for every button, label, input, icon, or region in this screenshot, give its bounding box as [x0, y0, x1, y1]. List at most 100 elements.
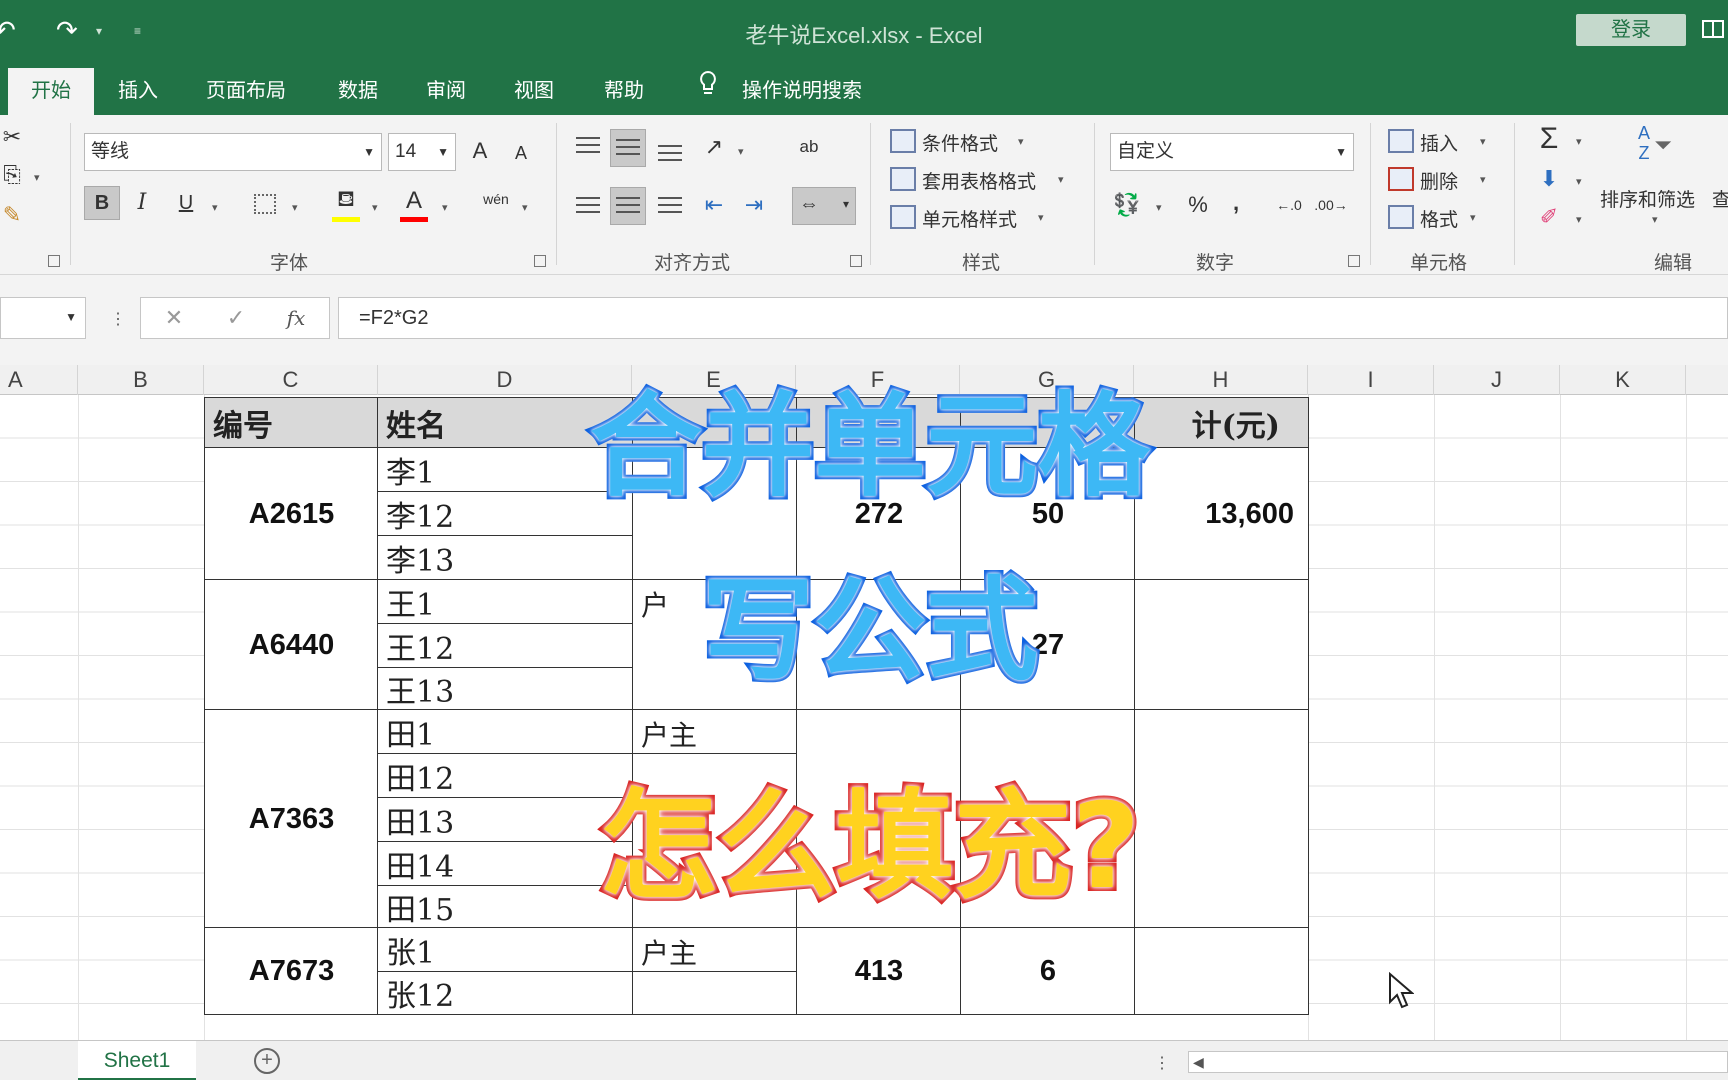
header-cell-id[interactable]: 编号 [204, 397, 379, 449]
increase-indent-icon[interactable]: ⇥ [740, 189, 768, 221]
formula-bar-splitter[interactable]: ⋮ [110, 309, 126, 329]
merged-id-cell[interactable]: A6440 [204, 579, 379, 711]
bold-button[interactable]: B [84, 186, 120, 220]
borders-icon[interactable] [254, 194, 276, 214]
align-center-button[interactable] [610, 187, 646, 225]
column-header-b[interactable]: B [78, 365, 204, 395]
font-color-dropdown-icon[interactable]: ▾ [442, 201, 448, 214]
font-size-dropdown[interactable]: 14 ▼ [388, 133, 456, 171]
phonetic-guide-button[interactable]: wén [478, 183, 514, 215]
alignment-launcher-icon[interactable] [850, 255, 862, 267]
column-header-k[interactable]: K [1560, 365, 1686, 395]
number-format-dropdown[interactable]: 自定义 ▼ [1110, 133, 1354, 171]
tab-splitter[interactable]: ⋮ [1154, 1053, 1170, 1073]
column-header-j[interactable]: J [1434, 365, 1560, 395]
align-right-icon[interactable] [658, 197, 682, 215]
tab-help[interactable]: 帮助 [604, 74, 644, 103]
fill-color-icon[interactable]: ⛾ [332, 183, 360, 215]
insert-cells-button[interactable]: 插入 [1420, 129, 1458, 156]
increase-decimal-icon[interactable]: ←.0 [1272, 189, 1306, 221]
fill-dropdown-icon[interactable]: ▾ [1576, 175, 1582, 188]
scroll-left-icon[interactable]: ◀ [1193, 1054, 1204, 1071]
column-header-a[interactable]: A [0, 365, 78, 395]
name-cell[interactable]: 张1 [377, 927, 634, 973]
font-launcher-icon[interactable] [534, 255, 546, 267]
autosum-button[interactable]: Σ [1534, 123, 1564, 155]
autosum-dropdown-icon[interactable]: ▾ [1576, 135, 1582, 148]
tab-data[interactable]: 数据 [338, 74, 378, 103]
font-name-dropdown[interactable]: 等线 ▼ [84, 133, 382, 171]
name-cell[interactable]: 田1 [377, 709, 634, 755]
align-top-icon[interactable] [576, 137, 600, 155]
add-sheet-button[interactable]: + [254, 1048, 280, 1074]
number-launcher-icon[interactable] [1348, 255, 1360, 267]
align-left-icon[interactable] [576, 197, 600, 215]
clear-dropdown-icon[interactable]: ▾ [1576, 213, 1582, 226]
decrease-indent-icon[interactable]: ⇤ [700, 189, 728, 221]
tell-me-search[interactable]: 操作说明搜索 [742, 74, 862, 103]
accounting-dropdown-icon[interactable]: ▾ [1156, 201, 1162, 214]
underline-button[interactable]: U [174, 187, 198, 219]
cell-styles-button[interactable]: 单元格样式 [922, 205, 1017, 232]
italic-button[interactable]: I [130, 187, 154, 219]
orientation-dropdown-icon[interactable]: ▾ [738, 145, 744, 158]
format-as-table-button[interactable]: 套用表格格式 [922, 167, 1036, 194]
insert-function-button[interactable]: fx [281, 302, 311, 334]
copy-dropdown-icon[interactable]: ▾ [34, 171, 40, 184]
merged-amount-cell[interactable] [1134, 927, 1309, 1015]
font-color-button[interactable]: A [400, 185, 428, 217]
filter-funnel-icon: ⏷ [1654, 132, 1672, 157]
fill-color-dropdown-icon[interactable]: ▾ [372, 201, 378, 214]
cancel-button[interactable]: ✕ [161, 302, 187, 334]
borders-dropdown-icon[interactable]: ▾ [292, 201, 298, 214]
decrease-decimal-icon[interactable]: .00→ [1314, 189, 1348, 221]
clipboard-launcher-icon[interactable] [48, 255, 60, 267]
tab-insert[interactable]: 插入 [118, 74, 158, 103]
cut-icon[interactable]: ✂ [0, 121, 24, 153]
role-cell[interactable] [632, 971, 798, 1015]
comma-style-button[interactable]: , [1226, 187, 1246, 219]
merged-f-cell[interactable]: 413 [796, 927, 962, 1015]
delete-cells-button[interactable]: 删除 [1420, 167, 1458, 194]
merged-id-cell[interactable]: A7673 [204, 927, 379, 1015]
align-bottom-icon[interactable] [658, 145, 682, 163]
formula-input[interactable]: =F2*G2 [338, 297, 1728, 339]
enter-button[interactable]: ✓ [223, 302, 249, 334]
column-header-c[interactable]: C [204, 365, 378, 395]
fill-down-icon[interactable]: ⬇ [1536, 163, 1562, 195]
merge-center-button[interactable]: ⇔ ▾ [792, 187, 856, 225]
copy-icon[interactable]: ⎘ [0, 159, 24, 191]
ribbon-display-options-icon[interactable] [1702, 20, 1724, 38]
sort-filter-button[interactable]: 排序和筛选 [1600, 185, 1695, 212]
tab-home[interactable]: 开始 [8, 68, 94, 115]
shrink-font-button[interactable]: A [510, 137, 532, 169]
tab-review[interactable]: 审阅 [426, 74, 466, 103]
align-middle-button[interactable] [610, 129, 646, 167]
name-cell[interactable]: 张12 [377, 971, 634, 1015]
percent-style-button[interactable]: % [1184, 189, 1212, 221]
accounting-format-icon[interactable]: 💱 [1112, 189, 1142, 221]
merged-id-cell[interactable]: A7363 [204, 709, 379, 929]
sheet-tab-sheet1[interactable]: Sheet1 [78, 1041, 196, 1080]
wrap-text-button[interactable]: ab [796, 131, 822, 163]
tab-view[interactable]: 视图 [514, 74, 554, 103]
clear-icon[interactable]: ✐ [1536, 201, 1562, 233]
underline-dropdown-icon[interactable]: ▾ [212, 201, 218, 214]
grow-font-button[interactable]: A [468, 135, 492, 167]
format-painter-icon[interactable]: ✎ [0, 199, 24, 231]
merged-id-cell[interactable]: A2615 [204, 447, 379, 581]
horizontal-scrollbar[interactable]: ◀ [1188, 1051, 1728, 1073]
name-box[interactable]: ▼ [0, 297, 86, 339]
format-cells-button[interactable]: 格式 [1420, 205, 1458, 232]
ribbon-tab-bar: 开始 插入 页面布局 数据 审阅 视图 帮助 操作说明搜索 [0, 62, 1728, 115]
merged-g-cell[interactable]: 6 [960, 927, 1136, 1015]
role-cell[interactable]: 户主 [632, 927, 798, 973]
orientation-icon[interactable]: ↗ [700, 131, 728, 163]
find-select-button[interactable]: 查 [1712, 185, 1728, 212]
login-button[interactable]: 登录 [1576, 14, 1686, 46]
column-header-i[interactable]: I [1308, 365, 1434, 395]
role-cell[interactable]: 户主 [632, 709, 798, 755]
tab-page-layout[interactable]: 页面布局 [206, 74, 286, 103]
phonetic-dropdown-icon[interactable]: ▾ [522, 201, 528, 214]
conditional-format-button[interactable]: 条件格式 [922, 129, 998, 156]
